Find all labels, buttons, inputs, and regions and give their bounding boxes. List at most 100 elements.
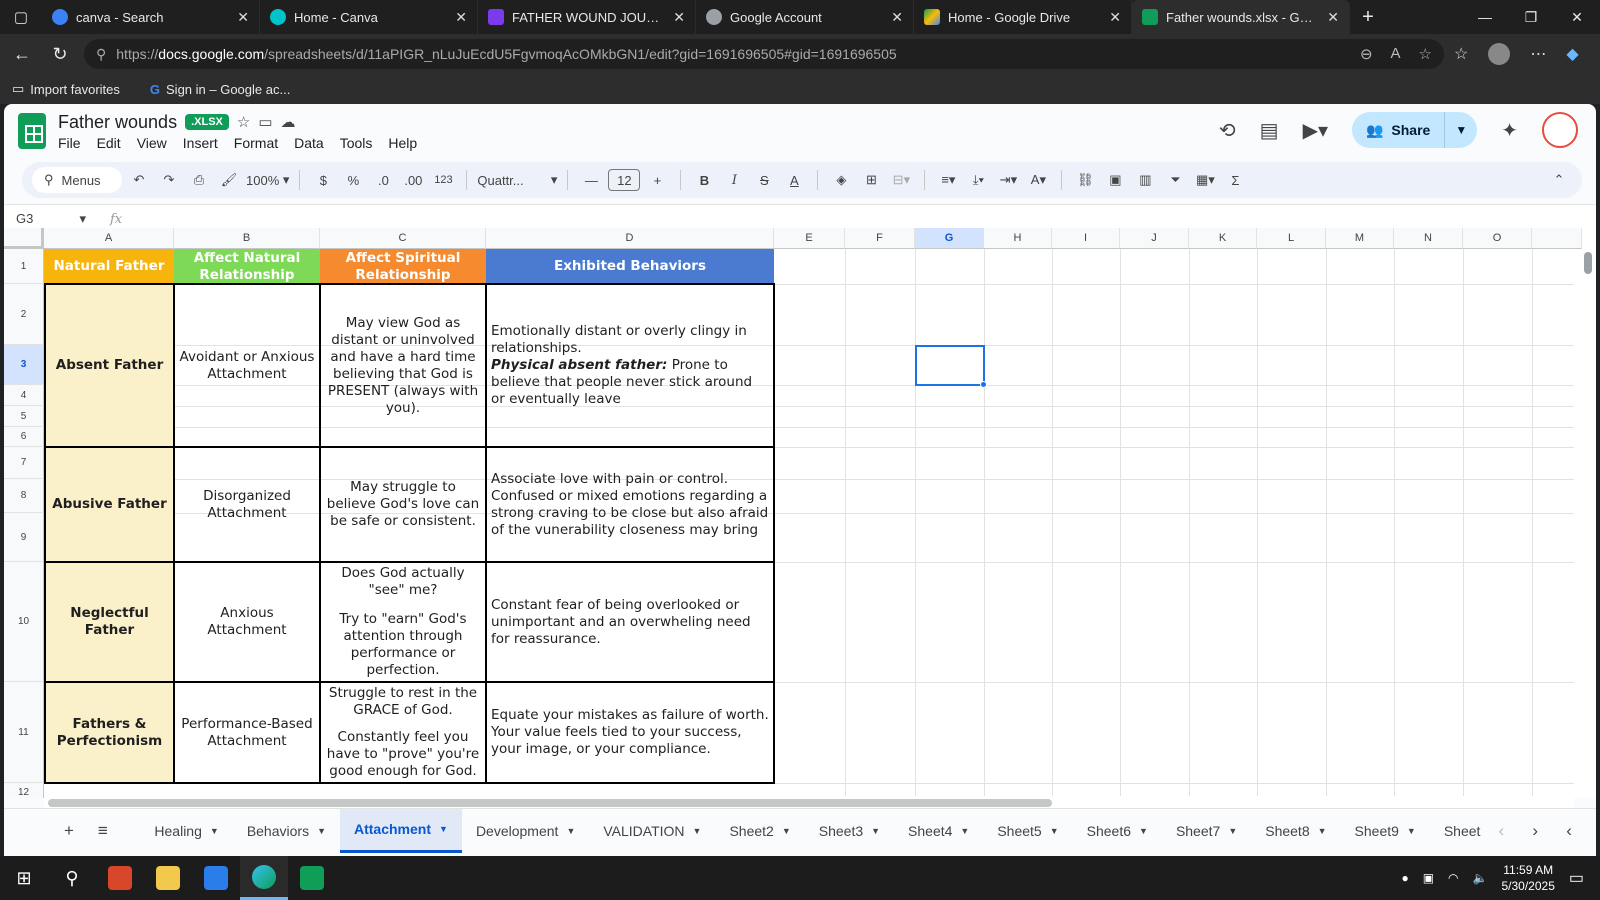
sheet-tab[interactable]: Sheet2 ▼ [715, 809, 804, 853]
column-header[interactable]: K [1189, 228, 1257, 249]
cell-behaviors[interactable]: Equate your mistakes as failure of worth… [485, 681, 775, 784]
menu-tools[interactable]: Tools [340, 135, 373, 151]
column-header[interactable]: N [1394, 228, 1463, 249]
comments-icon[interactable]: ▤ [1260, 118, 1279, 143]
browser-tab[interactable]: canva - Search ✕ [42, 0, 260, 34]
column-header[interactable]: L [1257, 228, 1326, 249]
close-tab-icon[interactable]: ✕ [237, 9, 249, 26]
column-header[interactable]: J [1120, 228, 1189, 249]
sheet-tab[interactable]: Sheet9 ▼ [1341, 809, 1430, 853]
browser-tab-active[interactable]: Father wounds.xlsx - Google Sl ✕ [1132, 0, 1350, 34]
increase-decimal-button[interactable]: .00 [400, 167, 426, 193]
browser-tab[interactable]: Google Account ✕ [696, 0, 914, 34]
undo-icon[interactable]: ↶ [126, 167, 152, 193]
insert-comment-icon[interactable]: ▣ [1102, 167, 1128, 193]
column-header[interactable]: I [1052, 228, 1120, 249]
account-avatar[interactable] [1542, 112, 1578, 148]
new-tab-button[interactable]: + [1350, 0, 1386, 34]
close-tab-icon[interactable]: ✕ [1327, 9, 1339, 26]
header-cell-affect-natural[interactable]: Affect Natural Relationship [174, 249, 320, 284]
column-header[interactable]: D [486, 228, 774, 249]
close-tab-icon[interactable]: ✕ [1109, 9, 1121, 26]
column-header[interactable]: O [1463, 228, 1532, 249]
browser-tab[interactable]: Home - Google Drive ✕ [914, 0, 1132, 34]
sheet-tab[interactable]: Sheet8 ▼ [1251, 809, 1340, 853]
text-color-icon[interactable]: A [781, 167, 807, 193]
copilot-icon[interactable]: ◆ [1566, 44, 1578, 64]
taskbar-app-sheets[interactable] [288, 856, 336, 900]
cell-absent-father[interactable]: Absent Father [44, 283, 175, 448]
font-size-increase-icon[interactable]: + [644, 167, 670, 193]
wifi-icon[interactable]: ◠ [1448, 871, 1458, 885]
horizontal-scrollbar[interactable] [48, 799, 1052, 807]
cell-spiritual-effect[interactable]: May struggle to believe God's love can b… [319, 446, 487, 563]
currency-button[interactable]: $ [310, 167, 336, 193]
menu-insert[interactable]: Insert [183, 135, 218, 151]
sheet-tab[interactable]: Behaviors ▼ [233, 809, 340, 853]
minimize-icon[interactable]: — [1462, 0, 1508, 34]
spreadsheet-grid[interactable]: A B C D E F G H I J K L M N O 1 2 3 4 5 … [4, 228, 1596, 798]
header-cell-natural-father[interactable]: Natural Father [44, 249, 174, 284]
version-history-icon[interactable]: ⟲ [1219, 118, 1236, 143]
filter-icon[interactable]: ⏷ [1162, 167, 1188, 193]
cell-spiritual-effect[interactable]: May view God as distant or uninvolved an… [319, 283, 487, 448]
volume-icon[interactable]: 🔈 [1473, 871, 1488, 885]
menu-file[interactable]: File [58, 135, 81, 151]
bold-icon[interactable]: B [691, 167, 717, 193]
bookmark-import-favorites[interactable]: ▭ Import favorites [12, 81, 120, 97]
scroll-tabs-right-icon[interactable]: › [1518, 821, 1552, 841]
vertical-align-icon[interactable]: ⤓▾ [965, 167, 991, 193]
url-input[interactable]: ⚲ https://docs.google.com/spreadsheets/d… [84, 39, 1444, 69]
print-icon[interactable]: ⎙ [186, 167, 212, 193]
sheet-tab[interactable]: Sheet7 ▼ [1162, 809, 1251, 853]
row-header[interactable]: 8 [4, 479, 44, 513]
fill-handle[interactable] [980, 381, 987, 388]
add-sheet-icon[interactable]: + [52, 821, 86, 841]
header-cell-affect-spiritual[interactable]: Affect Spiritual Relationship [320, 249, 486, 284]
selected-cell-g3[interactable] [915, 345, 985, 386]
row-header[interactable]: 1 [4, 249, 44, 284]
text-wrap-icon[interactable]: ⇥▾ [995, 167, 1021, 193]
cell-attachment-type[interactable]: Performance-Based Attachment [173, 681, 321, 784]
collapse-side-panel-icon[interactable]: ‹ [1552, 821, 1586, 841]
row-header[interactable]: 7 [4, 447, 44, 479]
sheets-logo-icon[interactable] [18, 113, 46, 149]
bookmark-sign-in[interactable]: G Sign in – Google ac... [150, 82, 290, 97]
font-select[interactable]: Quattr... ▾ [477, 167, 557, 193]
row-header[interactable]: 2 [4, 284, 44, 345]
close-tab-icon[interactable]: ✕ [891, 9, 903, 26]
menus-search[interactable]: ⚲ Menus [32, 167, 122, 193]
percent-button[interactable]: % [340, 167, 366, 193]
move-folder-icon[interactable]: ▭ [258, 113, 272, 131]
sheet-tab[interactable]: Sheet5 ▼ [983, 809, 1072, 853]
column-header[interactable]: M [1326, 228, 1394, 249]
vertical-scrollbar[interactable] [1584, 252, 1592, 274]
column-header[interactable]: H [984, 228, 1052, 249]
sheet-tab[interactable]: Sheet4 ▼ [894, 809, 983, 853]
column-header[interactable]: C [320, 228, 486, 249]
taskbar-app-store[interactable] [192, 856, 240, 900]
cell-behaviors[interactable]: Associate love with pain or control. Con… [485, 446, 775, 563]
restore-icon[interactable]: ❐ [1508, 0, 1554, 34]
meet-icon[interactable]: ▶▾ [1303, 118, 1328, 143]
cell-spiritual-effect[interactable]: Struggle to rest in the GRACE of God. Co… [319, 681, 487, 784]
header-cell-exhibited-behaviors[interactable]: Exhibited Behaviors [486, 249, 774, 284]
cell-spiritual-effect[interactable]: Does God actually "see" me? Try to "earn… [319, 561, 487, 683]
taskbar-app-explorer[interactable] [144, 856, 192, 900]
cell-perfectionism-father[interactable]: Fathers & Perfectionism [44, 681, 175, 784]
refresh-icon[interactable]: ↻ [46, 44, 74, 65]
menu-help[interactable]: Help [388, 135, 417, 151]
horizontal-align-icon[interactable]: ≡▾ [935, 167, 961, 193]
share-dropdown-icon[interactable]: ▼ [1444, 112, 1477, 148]
notifications-icon[interactable]: ▭ [1569, 868, 1584, 888]
meet-now-icon[interactable]: ● [1401, 871, 1408, 885]
site-info-icon[interactable]: ⚲ [96, 46, 106, 63]
profile-avatar[interactable] [1488, 43, 1511, 65]
all-sheets-icon[interactable]: ≡ [86, 821, 120, 841]
zoom-icon[interactable]: ⊖ [1360, 45, 1373, 63]
start-button[interactable]: ⊞ [0, 856, 48, 900]
scroll-tabs-left-icon[interactable]: ‹ [1484, 821, 1518, 841]
clock[interactable]: 11:59 AM 5/30/2025 [1501, 862, 1554, 894]
favorites-icon[interactable]: ☆ [1454, 44, 1468, 64]
row-header-selected[interactable]: 3 [4, 345, 44, 385]
